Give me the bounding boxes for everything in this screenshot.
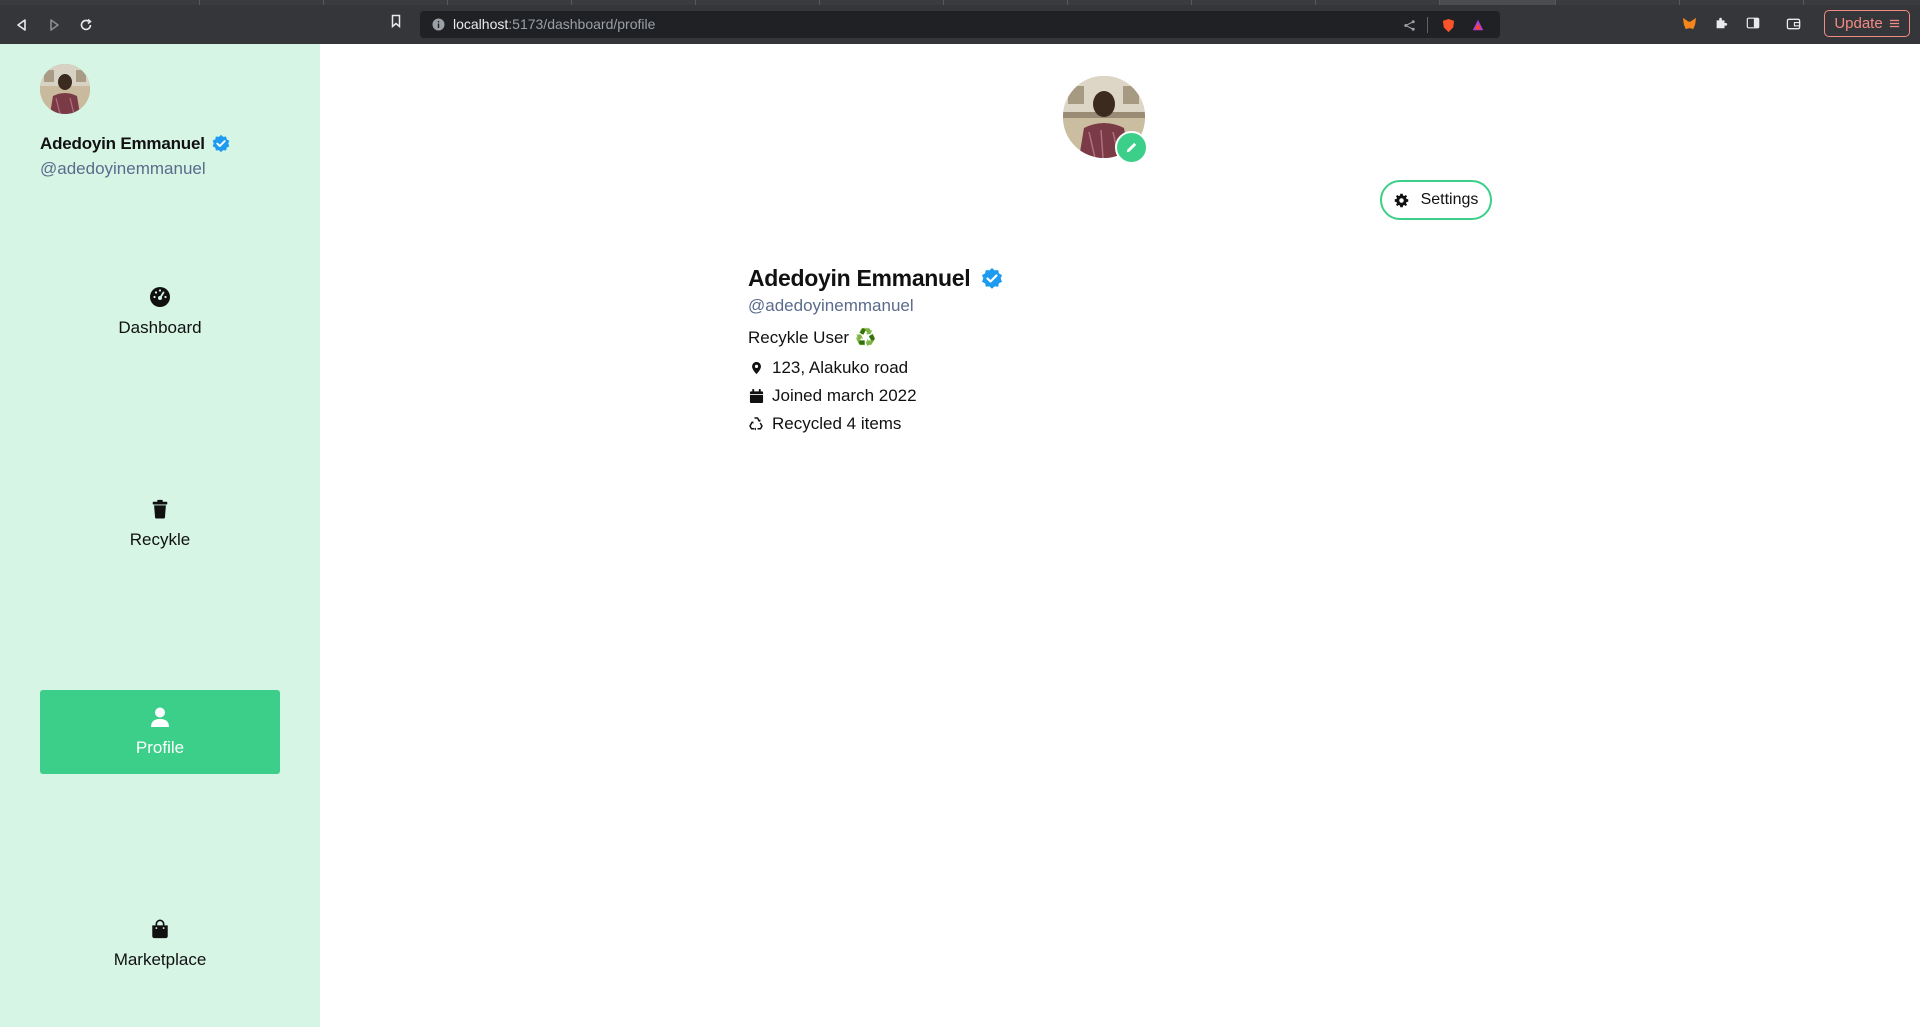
profile-name: Adedoyin Emmanuel [748, 265, 1004, 292]
forward-arrow-icon [50, 19, 59, 31]
site-info-icon[interactable] [432, 18, 445, 31]
recycle-icon [748, 416, 764, 432]
url-path: :5173/dashboard/profile [508, 16, 656, 32]
sidebar-user-handle: @adedoyinemmanuel [40, 159, 206, 178]
profile-name-text: Adedoyin Emmanuel [748, 265, 971, 291]
sidebar-item-label: Marketplace [113, 950, 207, 969]
recycle-emoji-icon: ♻️ [855, 328, 877, 347]
back-arrow-icon [17, 19, 26, 31]
profile-address: 123, Alakuko road [772, 358, 909, 377]
user-icon [149, 706, 171, 728]
wallet-icon[interactable] [1785, 15, 1801, 31]
profile-joined: Joined march 2022 [772, 386, 917, 405]
profile-handle: @adedoyinemmanuel [748, 296, 914, 315]
share-icon[interactable] [1401, 17, 1417, 33]
gear-icon [1394, 193, 1408, 207]
sidebar-avatar[interactable] [40, 64, 90, 114]
brave-shields-icon[interactable] [1440, 17, 1456, 33]
browser-toolbar: localhost:5173/dashboard/profile Update [0, 5, 1920, 44]
settings-button[interactable]: Settings [1380, 180, 1492, 220]
profile-recycled-row: Recycled 4 items [748, 414, 901, 434]
url-text[interactable]: localhost:5173/dashboard/profile [453, 16, 655, 32]
url-host: localhost [453, 16, 509, 32]
verified-badge-icon [982, 267, 1003, 289]
user-photo [40, 64, 90, 114]
settings-label: Settings [1420, 191, 1479, 208]
edit-avatar-button[interactable] [1115, 131, 1148, 164]
bookmark-icon[interactable] [389, 14, 403, 28]
reload-button[interactable] [73, 12, 99, 38]
profile-address-row: 123, Alakuko road [748, 358, 908, 378]
update-label: Update [1834, 15, 1883, 32]
trash-icon [149, 498, 171, 520]
reload-icon [80, 18, 92, 31]
back-button[interactable] [9, 12, 35, 38]
sidebar-item-profile[interactable]: Profile [40, 690, 280, 774]
sidebar-item-label: Dashboard [118, 318, 202, 337]
brave-rewards-icon[interactable] [1470, 17, 1486, 33]
map-pin-icon [748, 360, 764, 376]
profile-recycled: Recycled 4 items [772, 414, 902, 433]
sidebar-user-name: Adedoyin Emmanuel [40, 134, 231, 154]
profile-joined-row: Joined march 2022 [748, 386, 917, 406]
menu-icon [1889, 19, 1899, 28]
sidebar-item-label: Profile [135, 738, 185, 757]
metamask-icon[interactable] [1681, 15, 1697, 31]
sidebar-item-label: Recykle [129, 530, 191, 549]
url-bar-divider [1427, 17, 1428, 33]
shopping-bag-icon [149, 918, 171, 940]
pencil-icon [1126, 142, 1137, 153]
extensions-icon[interactable] [1713, 15, 1729, 31]
calendar-icon [748, 388, 764, 404]
sidebar: Adedoyin Emmanuel @adedoyinemmanuel Dash… [0, 44, 320, 1027]
profile-role: Recykle User ♻️ [748, 328, 876, 348]
sidebar-user-name-text: Adedoyin Emmanuel [40, 134, 205, 153]
forward-button[interactable] [41, 12, 67, 38]
update-button[interactable]: Update [1824, 10, 1910, 37]
profile-role-text: Recykle User [748, 328, 850, 347]
verified-badge-icon [212, 134, 230, 153]
dashboard-icon [149, 286, 171, 308]
sidebar-item-recykle[interactable]: Recykle [40, 482, 280, 566]
address-bar[interactable]: localhost:5173/dashboard/profile [420, 11, 1500, 38]
sidebar-toggle-icon[interactable] [1745, 15, 1761, 31]
sidebar-item-marketplace[interactable]: Marketplace [40, 902, 280, 986]
sidebar-item-dashboard[interactable]: Dashboard [40, 270, 280, 354]
